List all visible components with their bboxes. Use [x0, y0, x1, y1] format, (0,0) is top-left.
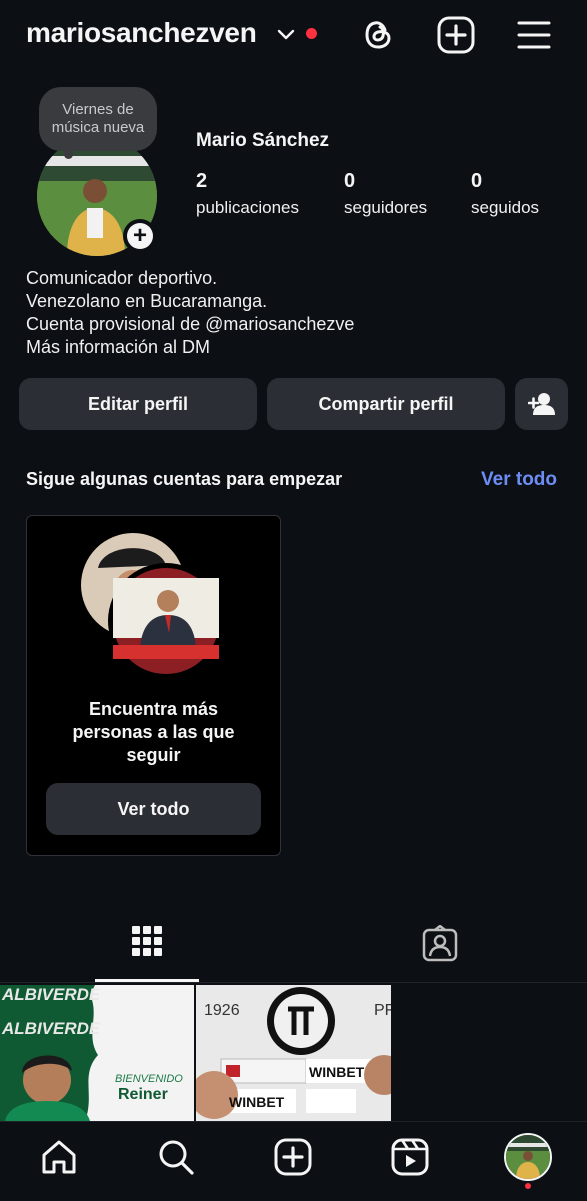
tab-divider	[0, 982, 587, 983]
suggestion-see-all-button[interactable]: Ver todo	[46, 783, 261, 835]
post-thumbnail[interactable]: 1926 PF WINBET WINBET	[196, 985, 391, 1121]
notification-dot	[525, 1183, 531, 1189]
menu-icon[interactable]	[514, 15, 554, 55]
tagged-tab-icon[interactable]	[421, 925, 459, 963]
posts-label[interactable]: publicaciones	[196, 198, 299, 218]
post-text: WINBET	[229, 1094, 285, 1110]
post-text: BIENVENIDO	[115, 1073, 183, 1085]
bio-line: Comunicador deportivo.	[26, 268, 218, 288]
add-story-icon[interactable]: +	[127, 223, 153, 249]
share-profile-button[interactable]: Compartir perfil	[267, 378, 505, 430]
note-tail	[64, 150, 73, 159]
add-person-icon	[527, 393, 555, 415]
bio-line[interactable]: Cuenta provisional de @mariosanchezve	[26, 314, 354, 335]
full-name: Mario Sánchez	[196, 130, 330, 151]
see-all-link[interactable]: Ver todo	[481, 469, 557, 491]
post-text: ALBIVERDE	[2, 1019, 101, 1038]
home-icon[interactable]	[39, 1137, 79, 1177]
bio-line: Venezolano en Bucaramanga.	[26, 291, 268, 311]
post-thumbnail[interactable]: ALBIVERDE ALBIVERDE BIENVENIDO Reiner	[0, 985, 194, 1121]
posts-count[interactable]: 2	[196, 170, 207, 193]
suggestions-title: Sigue algunas cuentas para empezar	[26, 469, 343, 489]
discover-people-button[interactable]	[515, 378, 568, 430]
profile-tab-avatar[interactable]	[504, 1133, 552, 1181]
post-text: ALBIVERDE	[2, 985, 101, 1004]
profile-username[interactable]: mariosanchezven	[26, 17, 257, 49]
grid-tab-icon[interactable]	[131, 925, 163, 961]
post-text: 1926	[204, 1002, 240, 1019]
search-icon[interactable]	[156, 1137, 196, 1177]
create-post-icon[interactable]	[436, 15, 476, 55]
following-label[interactable]: seguidos	[471, 198, 539, 218]
bio-line: Más información al DM	[26, 337, 211, 357]
post-text: WINBET	[309, 1064, 365, 1080]
post-text: PF	[374, 1002, 391, 1019]
post-text: Reiner	[118, 1086, 168, 1103]
followers-count[interactable]: 0	[344, 170, 355, 193]
reels-icon[interactable]	[390, 1137, 430, 1177]
create-icon[interactable]	[273, 1137, 313, 1177]
threads-icon[interactable]	[358, 15, 398, 55]
edit-profile-button[interactable]: Editar perfil	[19, 378, 257, 430]
suggestion-card-text: Encuentra más personas a las que seguir	[72, 699, 235, 765]
note-bubble[interactable]: Viernes de música nueva	[39, 87, 157, 151]
chevron-down-icon[interactable]	[276, 24, 296, 44]
followers-label[interactable]: seguidores	[344, 198, 427, 218]
suggested-accounts-avatars	[81, 533, 224, 679]
following-count[interactable]: 0	[471, 170, 482, 193]
notification-dot	[306, 28, 317, 39]
